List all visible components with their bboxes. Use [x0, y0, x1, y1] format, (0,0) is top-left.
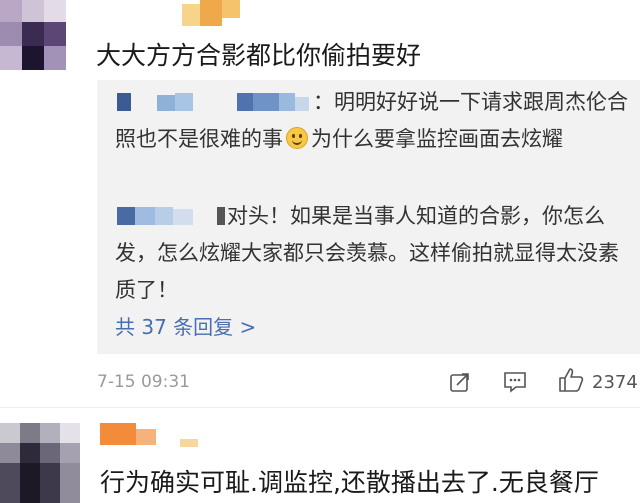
reply-text-continued: 为什么要拿监控画面去炫耀 — [311, 127, 563, 151]
reply-author-mosaic[interactable] — [115, 93, 313, 111]
smile-emoji-icon — [286, 127, 308, 149]
like-count: 2374 — [592, 372, 638, 393]
username-mosaic[interactable] — [100, 423, 210, 447]
like-icon[interactable] — [557, 366, 585, 398]
more-replies-link[interactable]: 共 37 条回复 > — [115, 311, 256, 340]
reply-item[interactable]: ：明明好好说一下请求跟周杰伦合照也不是很难的事 为什么要拿监控画面去炫耀 — [115, 84, 630, 158]
share-icon[interactable] — [448, 370, 472, 398]
reply-box[interactable]: ：明明好好说一下请求跟周杰伦合照也不是很难的事 为什么要拿监控画面去炫耀 对头！如… — [97, 80, 640, 354]
reply-author-mosaic[interactable] — [115, 207, 227, 225]
comment-text: 大大方方合影都比你偷拍要好 — [96, 41, 422, 70]
divider — [0, 407, 640, 408]
comment-text: 行为确实可耻.调监控,还散播出去了.无良餐厅 — [100, 468, 599, 497]
reply-item[interactable]: 对头！如果是当事人知道的合影，你怎么发，怎么炫耀大家都只会羡慕。这样偷拍就显得太… — [115, 198, 630, 309]
avatar[interactable] — [0, 0, 75, 70]
username-mosaic[interactable] — [182, 0, 242, 28]
comment-icon[interactable] — [502, 370, 528, 398]
avatar[interactable] — [0, 423, 80, 503]
comment-timestamp: 7-15 09:31 — [97, 372, 190, 392]
